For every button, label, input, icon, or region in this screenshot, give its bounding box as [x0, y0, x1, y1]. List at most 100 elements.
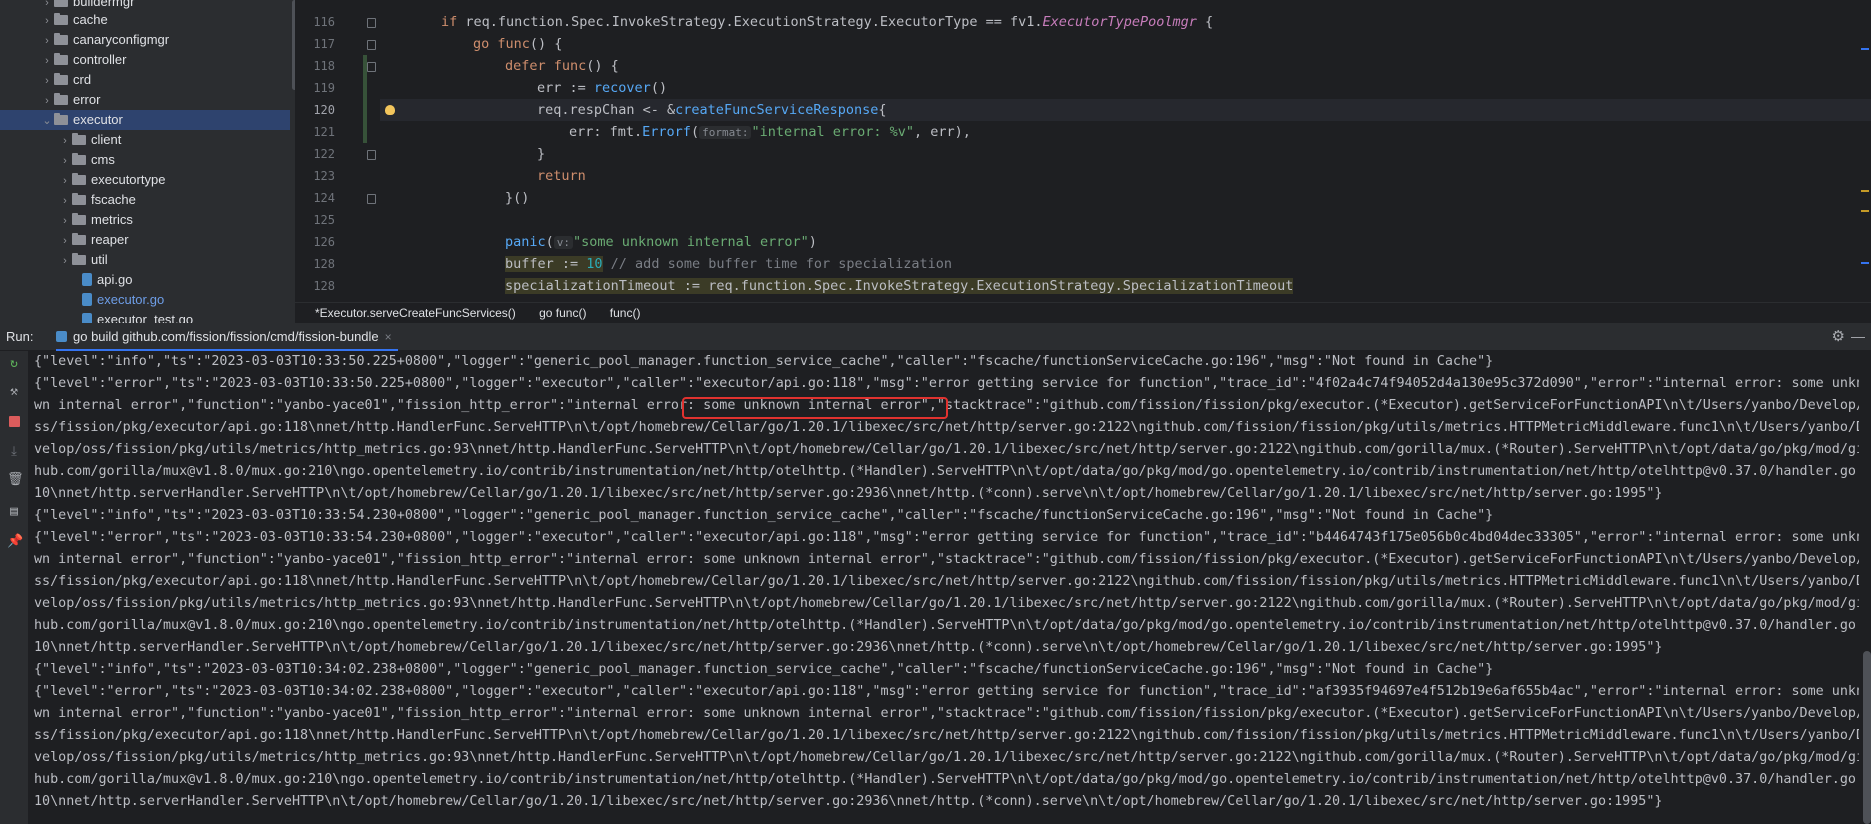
line-number: 128	[313, 279, 335, 293]
layout-icon[interactable]: ▤	[7, 505, 21, 519]
folder-icon	[72, 213, 86, 225]
fold-marker-icon[interactable]	[367, 150, 376, 160]
console-line: {"level":"error","ts":"2023-03-03T10:34:…	[34, 684, 1859, 699]
tree-folder-crd[interactable]: › crd	[40, 70, 91, 90]
tree-file-api-go[interactable]: api.go	[82, 270, 132, 290]
change-marker	[363, 55, 367, 143]
line-number: 121	[313, 125, 335, 139]
tree-folder-client[interactable]: › client	[58, 130, 121, 150]
folder-icon	[54, 0, 68, 7]
code-token: 10	[586, 256, 603, 272]
chevron-right-icon[interactable]: ›	[40, 91, 54, 111]
trash-icon[interactable]: 🗑	[7, 473, 24, 487]
param-hint: v:	[553, 236, 574, 249]
stop-icon[interactable]	[7, 415, 21, 429]
code-line-118: defer func() {	[505, 55, 619, 77]
close-icon[interactable]: ×	[385, 330, 392, 344]
chevron-right-icon[interactable]: ›	[40, 31, 54, 51]
tree-folder-cache[interactable]: › cache	[40, 10, 108, 30]
code-token: (	[545, 234, 554, 250]
line-number: 124	[313, 191, 335, 205]
console-line: hub.com/gorilla/mux@v1.8.0/mux.go:210\ng…	[34, 772, 1859, 787]
wrench-icon[interactable]: ⚒	[7, 385, 21, 399]
console-line: velop/oss/fission/pkg/utils/metrics/http…	[34, 750, 1859, 765]
scroll-marker	[1861, 190, 1869, 192]
fold-marker-icon[interactable]	[367, 194, 376, 204]
chevron-down-icon[interactable]: ⌄	[40, 111, 54, 131]
chevron-right-icon[interactable]: ›	[58, 151, 72, 171]
chevron-right-icon[interactable]: ›	[58, 251, 72, 271]
console-line: velop/oss/fission/pkg/utils/metrics/http…	[34, 442, 1859, 457]
minimize-icon[interactable]: —	[1851, 323, 1865, 350]
pin-icon[interactable]: 📌	[7, 535, 23, 549]
scroll-marker	[1861, 262, 1869, 264]
console-line: velop/oss/fission/pkg/utils/metrics/http…	[34, 596, 1859, 611]
fold-marker-icon[interactable]	[367, 18, 376, 28]
scroll-to-end-icon[interactable]: ⤓	[7, 445, 21, 459]
line-number: 126	[313, 235, 335, 249]
tree-folder-reaper[interactable]: › reaper	[58, 230, 128, 251]
console-line: {"level":"info","ts":"2023-03-03T10:34:0…	[34, 662, 1494, 677]
folder-icon	[72, 193, 86, 205]
rerun-icon[interactable]: ↻	[7, 357, 21, 371]
console-line: 10\nnet/http.serverHandler.ServeHTTP\n\t…	[34, 640, 1663, 655]
code-token: Errorf	[642, 124, 691, 140]
breadcrumb-item[interactable]: func()	[610, 303, 641, 324]
run-tab[interactable]: go build github.com/fission/fission/cmd/…	[56, 323, 398, 351]
chevron-right-icon[interactable]: ›	[58, 171, 72, 191]
line-number: 120	[313, 103, 335, 117]
console-scrollbar[interactable]	[1863, 651, 1871, 824]
tree-folder-error[interactable]: › error	[40, 90, 100, 110]
chevron-right-icon[interactable]: ›	[58, 211, 72, 231]
code-token: specializationTimeout := req.function.Sp…	[505, 278, 1294, 294]
run-tab-title: go build github.com/fission/fission/cmd/…	[73, 329, 379, 344]
code-token: return	[537, 168, 586, 184]
tree-folder-canaryconfigmgr[interactable]: › canaryconfigmgr	[40, 30, 169, 50]
tree-file-executor-go[interactable]: executor.go	[82, 290, 164, 310]
tree-folder-fscache[interactable]: › fscache	[58, 190, 136, 210]
code-editor[interactable]: 116 117 118 119 120 121 122 123 124 125 …	[295, 0, 1871, 302]
code-line-117: go func() {	[473, 33, 562, 55]
code-token: defer	[505, 58, 546, 74]
code-token: err: fmt.	[569, 124, 643, 140]
tree-folder-util[interactable]: › util	[58, 250, 107, 271]
breadcrumb-item[interactable]: *Executor.serveCreateFuncServices()	[315, 303, 516, 324]
code-token: {	[1196, 14, 1214, 30]
chevron-right-icon[interactable]: ›	[58, 191, 72, 211]
code-token: ExecutorTypePoolmgr	[1042, 14, 1197, 30]
lightbulb-icon[interactable]	[385, 105, 395, 115]
chevron-right-icon[interactable]: ›	[40, 51, 54, 71]
folder-icon	[54, 13, 68, 25]
chevron-right-icon[interactable]: ›	[40, 71, 54, 91]
chevron-right-icon[interactable]: ›	[58, 131, 72, 151]
code-token: req.respChan <- &	[537, 102, 676, 118]
line-number: 123	[313, 169, 335, 183]
code-line-119: err := recover()	[537, 77, 667, 99]
gear-icon[interactable]: ⚙	[1832, 323, 1845, 350]
tree-folder-executortype[interactable]: › executortype	[58, 170, 165, 190]
editor-gutter: 116 117 118 119 120 121 122 123 124 125 …	[295, 0, 395, 302]
chevron-right-icon[interactable]: ›	[58, 231, 72, 251]
scroll-marker	[1861, 210, 1869, 212]
code-line-122: }	[537, 143, 545, 165]
breadcrumb-item[interactable]: go func()	[539, 303, 586, 324]
folder-icon	[54, 33, 68, 45]
folder-icon	[72, 153, 86, 165]
fold-marker-icon[interactable]	[367, 62, 376, 72]
line-number: 122	[313, 147, 335, 161]
tree-file-executor-test-go[interactable]: executor_test.go	[82, 310, 193, 323]
fold-marker-icon[interactable]	[367, 40, 376, 50]
tree-folder-cms[interactable]: › cms	[58, 150, 115, 170]
project-tree: › buildermgr › cache › canaryconfigmgr › con…	[0, 0, 295, 323]
tree-folder-metrics[interactable]: › metrics	[58, 210, 133, 230]
code-line-123: return	[537, 165, 586, 187]
code-token: func	[497, 36, 530, 52]
scroll-marker	[1861, 48, 1869, 50]
folder-icon	[72, 133, 86, 145]
console-output[interactable]: {"level":"info","ts":"2023-03-03T10:33:5…	[28, 351, 1859, 824]
tree-folder-executor[interactable]: ⌄ executor	[0, 110, 290, 130]
console-line: 10\nnet/http.serverHandler.ServeHTTP\n\t…	[34, 794, 1663, 809]
chevron-right-icon[interactable]: ›	[40, 11, 54, 31]
console-line: hub.com/gorilla/mux@v1.8.0/mux.go:210\ng…	[34, 464, 1859, 479]
tree-folder-controller[interactable]: › controller	[40, 50, 126, 70]
